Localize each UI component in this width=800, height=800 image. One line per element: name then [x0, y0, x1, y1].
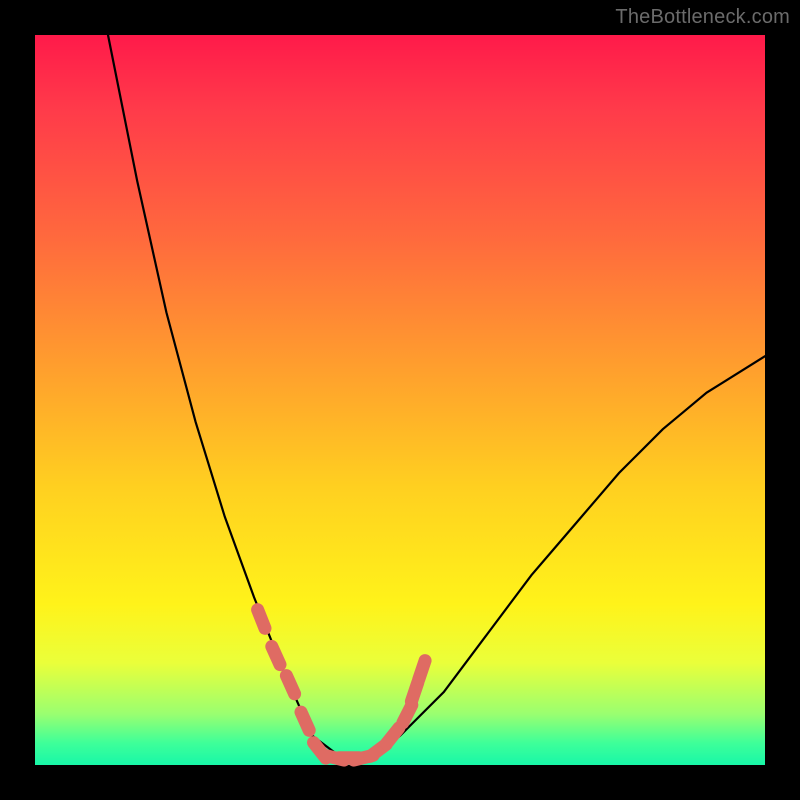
chart-frame: TheBottleneck.com: [0, 0, 800, 800]
plot-area: [35, 35, 765, 765]
bottleneck-curve: [108, 35, 765, 758]
marker-dash: [301, 712, 309, 730]
marker-dash: [387, 728, 399, 744]
marker-dash: [286, 676, 294, 694]
marker-dash: [258, 610, 265, 629]
marker-dash: [272, 646, 280, 664]
marker-dash: [419, 661, 425, 680]
curve-svg: [35, 35, 765, 765]
near-minimum-markers: [258, 610, 426, 760]
watermark-text: TheBottleneck.com: [615, 6, 790, 29]
